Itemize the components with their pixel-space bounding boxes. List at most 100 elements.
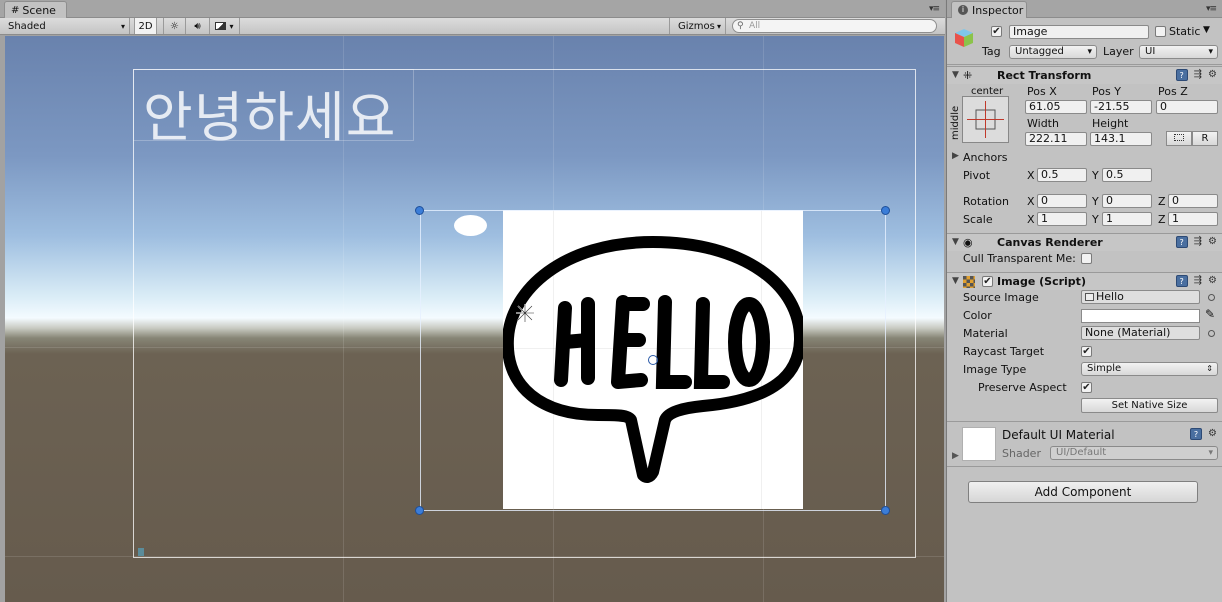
object-picker-icon[interactable] xyxy=(1208,294,1215,301)
material-preview-section: ▶ Default UI Material Shader UI/Default … xyxy=(947,421,1222,467)
anchor-flower-icon[interactable] xyxy=(514,302,536,324)
2d-mode-toggle[interactable]: 2D xyxy=(134,18,157,34)
foldout-arrow-icon[interactable]: ▼ xyxy=(952,70,959,80)
material-field[interactable]: None (Material) xyxy=(1081,326,1200,340)
pivot-label: Pivot xyxy=(963,169,991,182)
layer-label: Layer xyxy=(1103,45,1134,58)
preset-icon[interactable]: ⇶ xyxy=(1194,69,1202,81)
scale-x-field[interactable]: 1 xyxy=(1037,212,1087,226)
width-field[interactable]: 222.11 xyxy=(1025,132,1087,146)
static-dropdown-icon[interactable]: ▼ xyxy=(1203,25,1210,35)
image-script-header[interactable]: ▼ ✔ Image (Script) ? ⇶ ⚙ xyxy=(947,272,1222,290)
pivot-handle[interactable] xyxy=(648,355,658,365)
resize-handle-bottom-left[interactable] xyxy=(415,506,424,515)
inspector-tab-bar: i Inspector ▾≡ xyxy=(947,0,1222,18)
color-field[interactable] xyxy=(1081,309,1200,323)
object-name-field[interactable]: Image xyxy=(1009,25,1149,39)
active-checkbox[interactable]: ✔ xyxy=(991,26,1002,37)
dropdown-arrow-icon: ▾ xyxy=(120,21,125,31)
shader-dropdown[interactable]: UI/Default xyxy=(1050,446,1218,460)
set-native-size-button[interactable]: Set Native Size xyxy=(1081,398,1218,413)
rotation-z-field[interactable]: 0 xyxy=(1168,194,1218,208)
foldout-arrow-icon[interactable]: ▶ xyxy=(952,451,959,461)
foldout-arrow-icon[interactable]: ▼ xyxy=(952,276,959,286)
source-image-field[interactable]: Hello xyxy=(1081,290,1200,304)
tab-inspector[interactable]: i Inspector xyxy=(951,1,1027,18)
korean-ui-text[interactable]: 안녕하세요 xyxy=(143,73,396,152)
scene-search-input[interactable]: ⚲ All xyxy=(732,19,937,33)
shading-mode-dropdown[interactable]: Shaded ▾ xyxy=(0,18,130,34)
pos-z-field[interactable]: 0 xyxy=(1156,100,1218,114)
object-picker-icon[interactable] xyxy=(1208,330,1215,337)
material-thumbnail xyxy=(962,427,996,461)
lighting-toggle[interactable]: ☼ xyxy=(163,18,186,34)
anchor-vertical-label: middle xyxy=(950,105,961,140)
component-header-icons: ? ⇶ ⚙ xyxy=(1175,236,1217,248)
anchors-label[interactable]: Anchors xyxy=(963,151,1008,164)
tab-scene[interactable]: # Scene xyxy=(4,1,67,18)
pos-y-field[interactable]: -21.55 xyxy=(1090,100,1152,114)
preserve-aspect-checkbox[interactable]: ✔ xyxy=(1081,382,1092,393)
height-field[interactable]: 143.1 xyxy=(1090,132,1152,146)
preset-icon[interactable]: ⇶ xyxy=(1194,275,1202,287)
help-icon[interactable]: ? xyxy=(1175,275,1188,287)
anchor-presets-button[interactable] xyxy=(962,96,1009,143)
canvas-renderer-header[interactable]: ▼ ◉ Canvas Renderer ? ⇶ ⚙ xyxy=(947,233,1222,251)
sprite-icon xyxy=(1085,293,1094,301)
scene-tab-label: Scene xyxy=(22,3,56,17)
image-script-title: Image (Script) xyxy=(997,275,1086,288)
rotation-y-field[interactable]: 0 xyxy=(1102,194,1152,208)
pivot-y-field[interactable]: 0.5 xyxy=(1102,168,1152,182)
pos-x-field[interactable]: 61.05 xyxy=(1025,100,1087,114)
pivot-x-field[interactable]: 0.5 xyxy=(1037,168,1087,182)
height-label: Height xyxy=(1092,117,1129,130)
panel-menu-icon[interactable]: ▾≡ xyxy=(1206,4,1217,14)
resize-handle-bottom-right[interactable] xyxy=(881,506,890,515)
scale-z-field[interactable]: 1 xyxy=(1168,212,1218,226)
raw-edit-button[interactable]: R xyxy=(1192,131,1218,146)
layer-dropdown[interactable]: UI xyxy=(1139,45,1218,59)
gizmos-dropdown[interactable]: Gizmos ▾ xyxy=(669,18,726,34)
raycast-target-checkbox[interactable]: ✔ xyxy=(1081,346,1092,357)
cull-transparent-checkbox[interactable] xyxy=(1081,253,1092,264)
source-image-value: Hello xyxy=(1096,290,1124,303)
resize-handle-top-left[interactable] xyxy=(415,206,424,215)
anchor-preset-icon xyxy=(967,101,1004,138)
gear-icon[interactable]: ⚙ xyxy=(1208,236,1217,248)
rotation-z-axis-label: Z xyxy=(1158,195,1166,208)
resize-handle-top-right[interactable] xyxy=(881,206,890,215)
help-icon[interactable]: ? xyxy=(1175,69,1188,81)
help-icon[interactable]: ? xyxy=(1190,428,1203,440)
add-component-button[interactable]: Add Component xyxy=(968,481,1198,503)
search-icon: ⚲ xyxy=(737,21,744,31)
info-icon: i xyxy=(958,5,968,15)
effects-toggle[interactable]: ▾ xyxy=(210,18,240,34)
panel-menu-icon[interactable]: ▾≡ xyxy=(929,4,940,14)
help-icon[interactable]: ? xyxy=(1175,236,1188,248)
scale-y-field[interactable]: 1 xyxy=(1102,212,1152,226)
tag-dropdown[interactable]: Untagged xyxy=(1009,45,1097,59)
gear-icon[interactable]: ⚙ xyxy=(1208,275,1217,287)
scene-viewport[interactable]: 안녕하세요 xyxy=(5,36,944,602)
preserve-aspect-label: Preserve Aspect xyxy=(978,381,1067,394)
gizmos-label: Gizmos xyxy=(678,20,715,32)
search-placeholder: All xyxy=(749,21,761,31)
static-checkbox[interactable] xyxy=(1155,26,1166,37)
eyedropper-icon[interactable]: ✎ xyxy=(1205,307,1215,321)
preset-icon[interactable]: ⇶ xyxy=(1194,236,1202,248)
image-type-dropdown[interactable]: Simple xyxy=(1081,362,1218,376)
rect-transform-header[interactable]: ▼ ⁜ Rect Transform ? ⇶ ⚙ xyxy=(947,66,1222,84)
scale-label: Scale xyxy=(963,213,993,226)
audio-toggle[interactable]: 🔊︎ xyxy=(186,18,210,34)
scene-view-panel: # Scene ▾≡ Shaded ▾ 2D ☼ 🔊︎ ▾ Gizmos ▾ ⚲ xyxy=(0,0,945,602)
material-header-icons: ? ⚙ xyxy=(1190,428,1217,440)
component-header-icons: ? ⇶ ⚙ xyxy=(1175,69,1217,81)
gear-icon[interactable]: ⚙ xyxy=(1208,69,1217,81)
foldout-arrow-icon[interactable]: ▼ xyxy=(952,237,959,247)
gear-icon[interactable]: ⚙ xyxy=(1208,428,1217,440)
component-header-icons: ? ⇶ ⚙ xyxy=(1175,275,1217,287)
blueprint-mode-button[interactable] xyxy=(1166,131,1192,146)
rotation-x-field[interactable]: 0 xyxy=(1037,194,1087,208)
foldout-arrow-icon[interactable]: ▶ xyxy=(952,151,959,161)
image-enabled-checkbox[interactable]: ✔ xyxy=(982,276,993,287)
